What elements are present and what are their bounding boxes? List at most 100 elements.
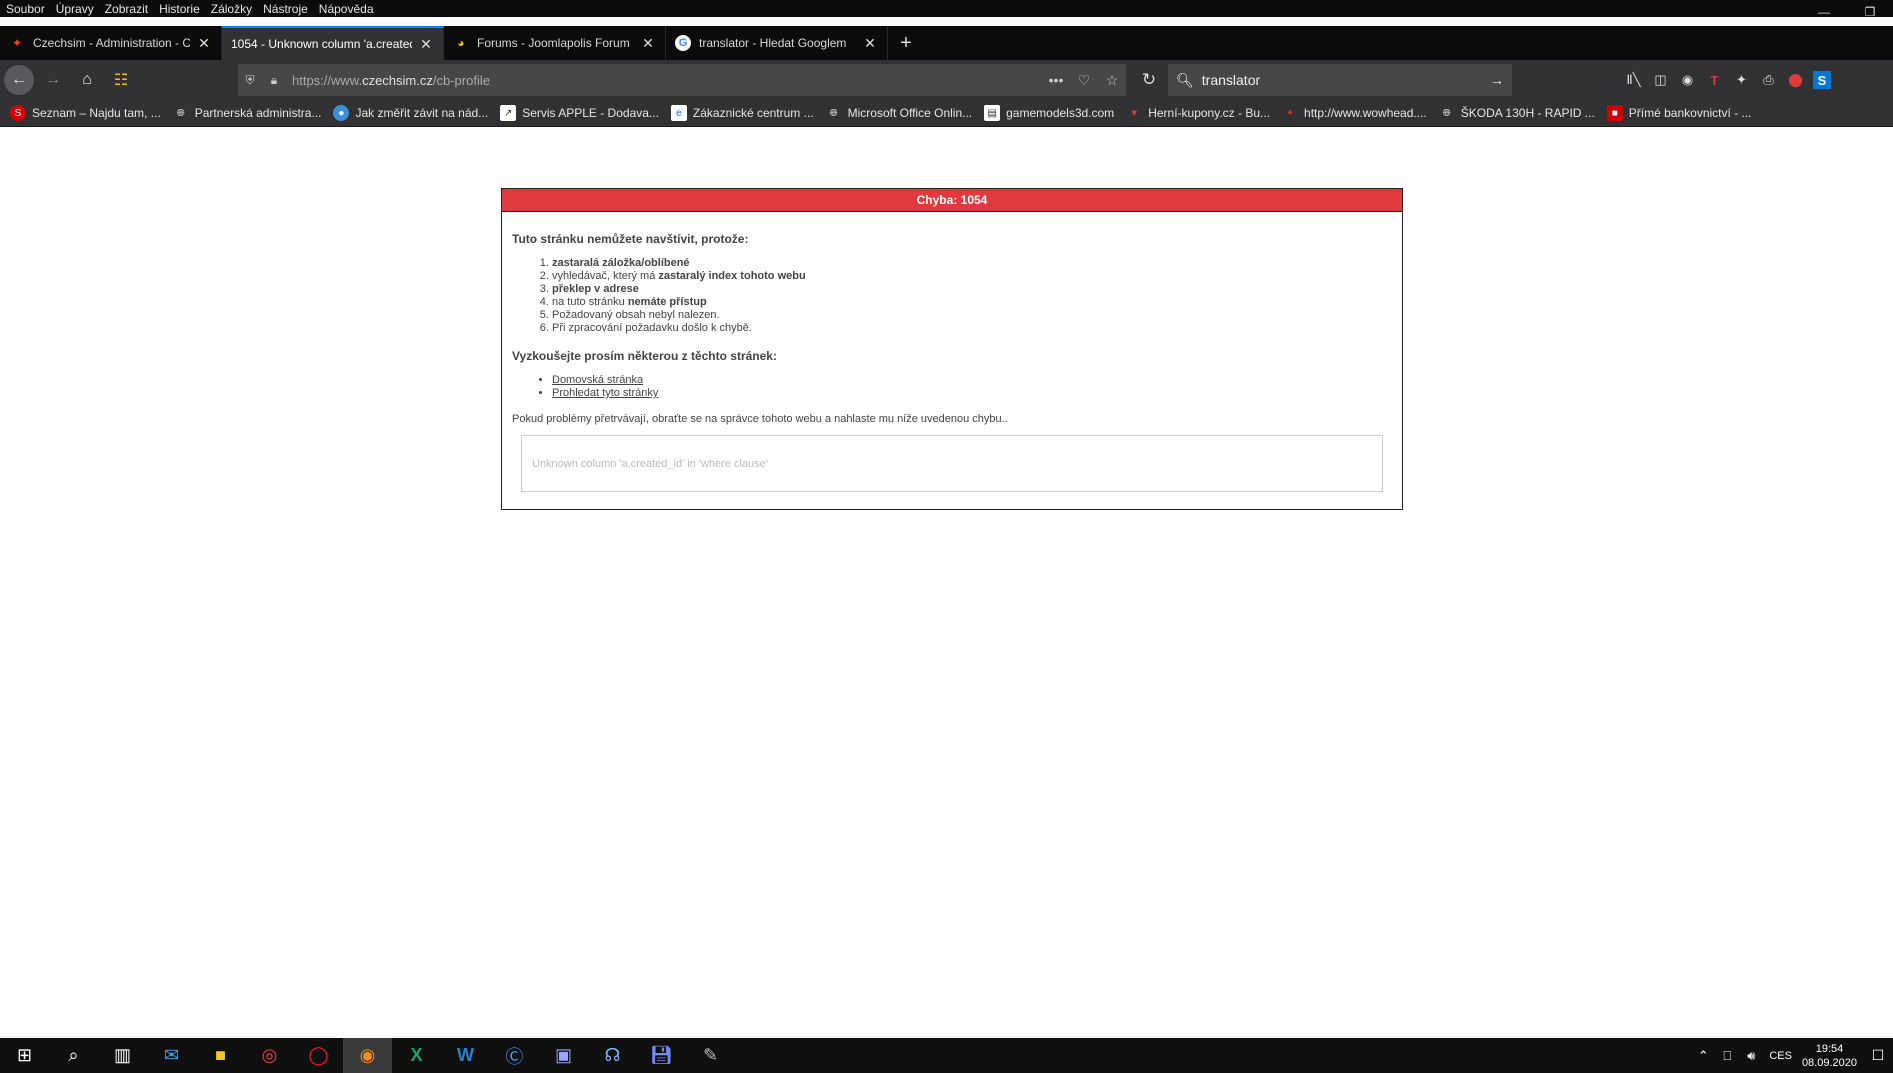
url-prefix: https://www. <box>292 72 363 88</box>
printer-icon[interactable]: ⎙ <box>1755 68 1782 92</box>
url-host: czechsim.cz <box>362 72 433 88</box>
bookmark-zakaznicke[interactable]: e Zákaznické centrum ... <box>670 105 814 121</box>
reason-item: na tuto stránku nemáte přístup <box>552 296 1392 309</box>
tab-title: 1054 - Unknown column 'a.created_id' <box>231 37 412 51</box>
sidebar-icon[interactable]: ◫ <box>1647 68 1674 92</box>
error-box: Chyba: 1054 Tuto stránku nemůžete navští… <box>501 188 1403 510</box>
url-path: /cb-profile <box>432 72 490 88</box>
bookmark-partnerska[interactable]: 🌐︎ Partnerská administra... <box>173 105 322 121</box>
minimize-icon[interactable]: — <box>1801 0 1847 24</box>
reason-item: Požadovaný obsah nebyl nalezen. <box>552 309 1392 322</box>
bookmark-gamemodels[interactable]: ▤ gamemodels3d.com <box>984 105 1114 121</box>
app-icon[interactable]: ▣ <box>539 1038 588 1073</box>
toolbar-icons: Ⅱ╲ ◫ ◉ T ✦ ⎙ ⬤ S <box>1620 68 1835 92</box>
bookmark-seznam[interactable]: S Seznam – Najdu tam, ... <box>10 105 161 121</box>
save-icon[interactable]: 💾︎ <box>637 1038 686 1073</box>
bookmark-servis-apple[interactable]: ↗ Servis APPLE - Dodava... <box>500 105 659 121</box>
tab-error-1054[interactable]: 1054 - Unknown column 'a.created_id' ✕ <box>222 26 444 60</box>
clock[interactable]: 19:54 08.09.2020 <box>1802 1042 1857 1070</box>
bookmark-wowhead[interactable]: ✦ http://www.wowhead.... <box>1282 105 1427 121</box>
task-view-icon[interactable]: ▥ <box>98 1038 147 1073</box>
back-button[interactable]: ← <box>4 65 34 95</box>
reason-item: vyhledávač, který má zastaralý index toh… <box>552 270 1392 283</box>
firefox-icon[interactable]: ◉ <box>343 1038 392 1073</box>
search-bar[interactable]: 🔍︎ translator → <box>1168 64 1512 96</box>
home-page-link[interactable]: Domovská stránka <box>552 374 643 386</box>
joomlapolis-icon: ◕ <box>457 36 465 50</box>
url-text[interactable]: https://www.czechsim.cz/cb-profile <box>292 73 1042 88</box>
menu-nastroje[interactable]: Nástroje <box>263 2 308 16</box>
extension-icon[interactable]: ✦ <box>1728 68 1755 92</box>
headset-icon[interactable]: ☊ <box>588 1038 637 1073</box>
language-indicator[interactable]: CES <box>1769 1050 1792 1062</box>
ccleaner-icon[interactable]: Ⓒ <box>490 1038 539 1073</box>
globe-icon: 🌐︎ <box>176 107 185 119</box>
tab-bar: ✦ Czechsim - Administration - CB ✕ 1054 … <box>0 26 1893 60</box>
try-pages-title: Vyzkoušejte prosím některou z těchto str… <box>512 349 777 363</box>
bookmark-label: Přímé bankovnictví - ... <box>1628 106 1752 120</box>
chrome-icon[interactable]: ◎ <box>245 1038 294 1073</box>
bookmark-banking[interactable]: ■ Přímé bankovnictví - ... <box>1606 105 1752 121</box>
menu-soubor[interactable]: Soubor <box>6 2 45 16</box>
bookmark-zavit[interactable]: ● Jak změřit závit na nád... <box>333 105 488 121</box>
tab-title: translator - Hledat Googlem <box>699 36 847 50</box>
menu-napoveda[interactable]: Nápověda <box>319 2 374 16</box>
tab-czechsim-admin[interactable]: ✦ Czechsim - Administration - CB ✕ <box>0 26 222 60</box>
close-icon[interactable]: ✕ <box>640 35 656 51</box>
lock-icon[interactable]: 🔒︎ <box>262 73 286 88</box>
reload-button[interactable]: ↻ <box>1134 65 1164 95</box>
menu-historie[interactable]: Historie <box>159 2 200 16</box>
wowhead-icon: ✦ <box>1285 107 1295 119</box>
address-bar[interactable]: ⛨ 🔒︎ https://www.czechsim.cz/cb-profile … <box>238 64 1126 96</box>
network-icon[interactable]: ⎕ <box>1715 1048 1739 1064</box>
close-icon[interactable]: ✕ <box>418 36 434 52</box>
word-icon[interactable]: W <box>441 1038 490 1073</box>
search-input[interactable]: translator <box>1202 72 1490 88</box>
apps-grid-icon[interactable]: ☷ <box>106 65 136 95</box>
tab-google-translator[interactable]: G translator - Hledat Googlem ✕ <box>666 26 888 60</box>
bookmark-label: Partnerská administra... <box>194 106 322 120</box>
bookmark-skoda[interactable]: 🌐︎ ŠKODA 130H - RAPID ... <box>1439 105 1595 121</box>
volume-icon[interactable]: 🔊︎ <box>1739 1048 1763 1064</box>
reason-text: zastaralá záložka/oblíbené <box>552 257 690 269</box>
chevron-up-icon[interactable]: ⌃ <box>1691 1048 1715 1064</box>
menu-zobrazit[interactable]: Zobrazit <box>105 2 148 16</box>
close-icon[interactable]: ✕ <box>862 35 878 51</box>
bookmark-label: http://www.wowhead.... <box>1304 106 1427 120</box>
search-icon[interactable]: ⌕ <box>49 1038 98 1073</box>
new-tab-button[interactable]: + <box>888 26 924 60</box>
pocket-icon[interactable]: ♡ <box>1070 72 1098 89</box>
bookmark-label: Jak změřit závit na nád... <box>355 106 489 120</box>
skype-icon[interactable]: S <box>1813 71 1831 89</box>
mail-icon[interactable]: ✉ <box>147 1038 196 1073</box>
edge-icon: e <box>670 105 687 121</box>
adblock-icon[interactable]: ⬤ <box>1782 68 1809 92</box>
search-site-link[interactable]: Prohledat tyto stránky <box>552 387 658 399</box>
search-go-icon[interactable]: → <box>1490 72 1504 88</box>
menu-zalozky[interactable]: Záložky <box>211 2 252 16</box>
account-icon[interactable]: ◉ <box>1674 68 1701 92</box>
close-icon[interactable]: ✕ <box>196 35 212 51</box>
opera-icon[interactable]: ◯ <box>294 1038 343 1073</box>
windows-start-icon[interactable]: ⊞ <box>0 1038 49 1073</box>
paint-icon[interactable]: ✎ <box>686 1038 735 1073</box>
error-header: Chyba: 1054 <box>502 189 1402 212</box>
shield-icon[interactable]: ⛨ <box>238 73 262 88</box>
page-icon: ▤ <box>984 105 1001 121</box>
excel-icon[interactable]: X <box>392 1038 441 1073</box>
file-explorer-icon[interactable]: ■ <box>196 1038 245 1073</box>
bookmark-office[interactable]: 🌐︎ Microsoft Office Onlin... <box>826 105 972 121</box>
menu-upravy[interactable]: Úpravy <box>56 2 94 16</box>
bookmark-star-icon[interactable]: ☆ <box>1098 72 1126 89</box>
navigation-toolbar: ← → ⌂ ☷ ⛨ 🔒︎ https://www.czechsim.cz/cb-… <box>0 60 1893 100</box>
bookmark-herni-kupony[interactable]: ♥ Herní-kupony.cz - Bu... <box>1126 105 1270 121</box>
notifications-icon[interactable]: ☐ <box>1863 1047 1893 1064</box>
translate-extension-icon[interactable]: T <box>1701 68 1728 92</box>
forward-button[interactable]: → <box>38 65 68 95</box>
restore-icon[interactable]: ❐ <box>1847 0 1893 24</box>
bookmark-label: Herní-kupony.cz - Bu... <box>1148 106 1271 120</box>
more-actions-icon[interactable]: ••• <box>1042 72 1070 88</box>
tab-joomlapolis-forum[interactable]: ◕ Forums - Joomlapolis Forum ✕ <box>444 26 666 60</box>
home-button[interactable]: ⌂ <box>72 65 102 95</box>
library-icon[interactable]: Ⅱ╲ <box>1620 68 1647 92</box>
